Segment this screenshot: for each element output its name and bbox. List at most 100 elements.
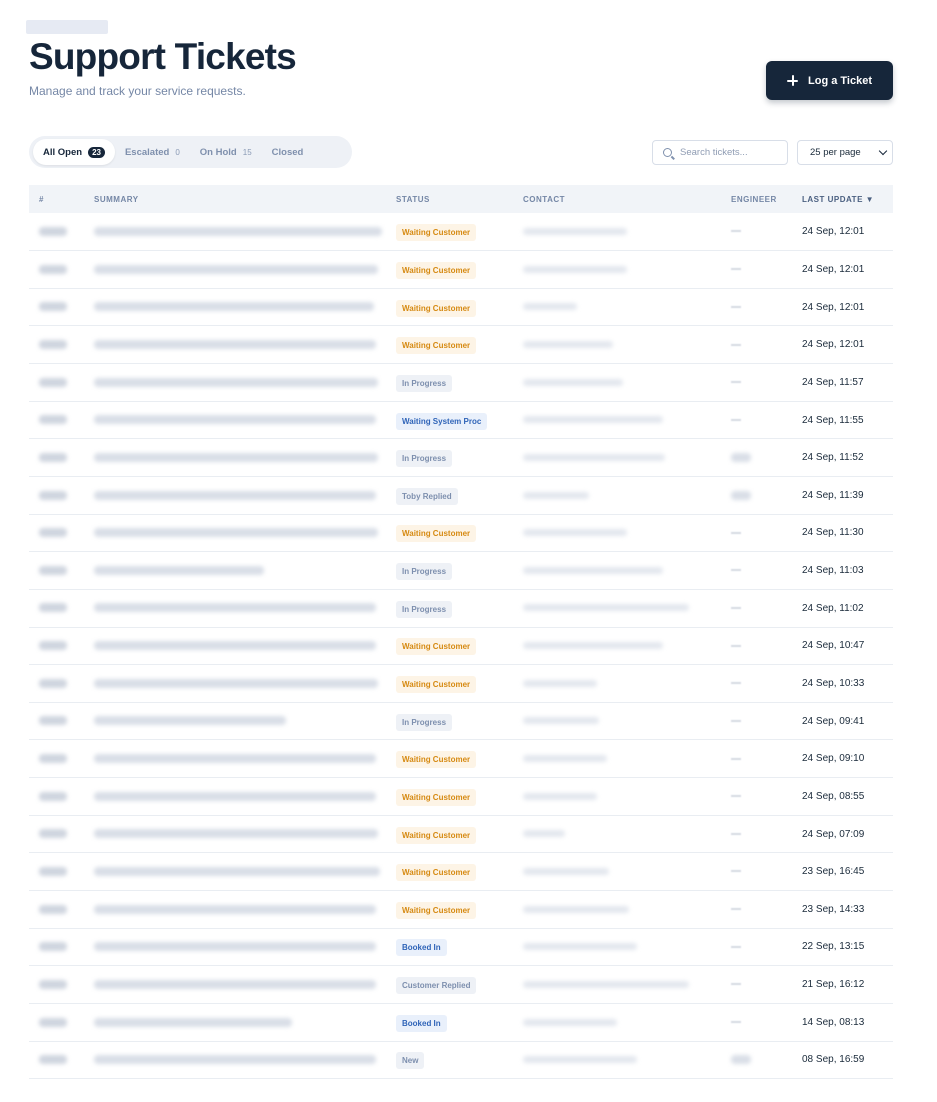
last-update-cell: 24 Sep, 11:57 — [802, 376, 864, 388]
contact-redacted — [523, 303, 577, 311]
summary-redacted — [94, 904, 376, 914]
table-row[interactable]: Waiting Customer 24 Sep, 07:09 — [29, 815, 893, 853]
summary-cell — [84, 552, 386, 590]
column-header-engineer[interactable]: ENGINEER — [721, 185, 792, 213]
status-cell: In Progress — [386, 589, 513, 627]
table-row[interactable]: Waiting Customer 24 Sep, 11:30 — [29, 514, 893, 552]
table-row[interactable]: Toby Replied 24 Sep, 11:39 — [29, 476, 893, 515]
ticket-number-redacted — [39, 565, 67, 575]
table-row[interactable]: Waiting Customer 24 Sep, 09:10 — [29, 740, 893, 778]
tab-on-hold[interactable]: On Hold 15 — [190, 139, 262, 165]
column-header-status[interactable]: STATUS — [386, 185, 513, 213]
summary-redacted — [94, 942, 376, 952]
search-input[interactable] — [680, 147, 780, 158]
ticket-number-cell — [29, 853, 84, 891]
contact-redacted — [523, 905, 629, 913]
table-row[interactable]: Waiting Customer 24 Sep, 12:01 — [29, 213, 893, 251]
last-update-cell: 24 Sep, 11:39 — [802, 489, 864, 501]
engineer-empty — [731, 418, 741, 421]
table-row[interactable]: Waiting Customer 23 Sep, 16:45 — [29, 853, 893, 891]
table-row[interactable]: Booked In 14 Sep, 08:13 — [29, 1003, 893, 1042]
table-row[interactable]: Waiting Customer 24 Sep, 08:55 — [29, 778, 893, 816]
ticket-number-cell — [29, 815, 84, 853]
column-header-summary[interactable]: SUMMARY — [84, 185, 386, 213]
table-row[interactable]: Waiting Customer 24 Sep, 12:01 — [29, 251, 893, 289]
engineer-redacted — [731, 490, 751, 500]
contact-cell — [513, 928, 721, 966]
summary-redacted — [94, 528, 378, 538]
contact-redacted — [523, 980, 689, 988]
last-update-cell: 24 Sep, 11:55 — [802, 414, 864, 426]
last-update-cell: 24 Sep, 11:02 — [802, 602, 864, 614]
summary-redacted — [94, 490, 376, 500]
summary-redacted — [94, 791, 376, 801]
engineer-empty — [731, 230, 741, 233]
last-update-cell: 24 Sep, 08:55 — [802, 790, 865, 802]
contact-redacted — [523, 604, 689, 612]
table-body: Waiting Customer 24 Sep, 12:01 Waiting Cus… — [29, 213, 893, 1079]
status-badge: Waiting Customer — [396, 299, 477, 317]
engineer-empty — [731, 1021, 741, 1024]
ticket-number-redacted — [39, 791, 67, 801]
filter-tabs: All Open 23 Escalated 0 On Hold 15 Close… — [29, 136, 352, 168]
last-update-cell: 24 Sep, 12:01 — [802, 226, 865, 238]
engineer-cell — [721, 1003, 792, 1041]
tab-closed[interactable]: Closed — [262, 139, 314, 165]
engineer-cell — [721, 1041, 792, 1079]
ticket-number-redacted — [39, 340, 67, 349]
status-badge: Waiting Customer — [396, 638, 477, 656]
ticket-number-cell — [29, 702, 84, 740]
tab-escalated[interactable]: Escalated 0 — [115, 139, 190, 165]
table-row[interactable]: In Progress 24 Sep, 09:41 — [29, 702, 893, 740]
engineer-empty — [731, 606, 741, 609]
engineer-cell — [721, 326, 792, 364]
contact-cell — [513, 439, 721, 477]
last-update-cell: 08 Sep, 16:59 — [802, 1054, 865, 1066]
column-header-last-update[interactable]: LAST UPDATE ▼ — [792, 185, 893, 213]
engineer-cell — [721, 552, 792, 590]
status-badge: Waiting Customer — [396, 261, 477, 279]
table-row[interactable]: Waiting Customer 23 Sep, 14:33 — [29, 891, 893, 929]
ticket-number-redacted — [39, 829, 67, 839]
table-row[interactable]: Waiting Customer 24 Sep, 10:47 — [29, 627, 893, 665]
table-row[interactable]: Waiting Customer 24 Sep, 12:01 — [29, 326, 893, 364]
engineer-empty — [731, 832, 741, 835]
table-row[interactable]: In Progress 24 Sep, 11:57 — [29, 364, 893, 402]
table-row[interactable]: Booked In 22 Sep, 13:15 — [29, 928, 893, 966]
per-page-select[interactable]: 25 per page — [797, 140, 893, 165]
table-row[interactable]: Customer Replied 21 Sep, 16:12 — [29, 966, 893, 1004]
ticket-number-cell — [29, 778, 84, 816]
status-badge: In Progress — [396, 600, 453, 618]
ticket-number-cell — [29, 326, 84, 364]
status-cell: Waiting Customer — [386, 853, 513, 891]
engineer-empty — [731, 569, 741, 572]
table-row[interactable]: Waiting System Proc 24 Sep, 11:55 — [29, 401, 893, 439]
column-header-number[interactable]: # — [29, 185, 84, 213]
contact-cell — [513, 891, 721, 929]
summary-redacted — [94, 641, 376, 651]
table-row[interactable]: In Progress 24 Sep, 11:52 — [29, 439, 893, 477]
contact-cell — [513, 740, 721, 778]
engineer-redacted — [731, 1055, 751, 1065]
table-row[interactable]: Waiting Customer 24 Sep, 12:01 — [29, 288, 893, 326]
status-badge: Waiting Customer — [396, 864, 477, 882]
last-update-cell: 24 Sep, 12:01 — [802, 339, 865, 351]
table-row[interactable]: In Progress 24 Sep, 11:02 — [29, 589, 893, 628]
table-row[interactable]: New 08 Sep, 16:59 — [29, 1041, 893, 1079]
table-row[interactable]: Waiting Customer 24 Sep, 10:33 — [29, 665, 893, 703]
last-update-cell: 21 Sep, 16:12 — [802, 979, 865, 991]
contact-cell — [513, 778, 721, 816]
summary-cell — [84, 891, 386, 929]
column-header-contact[interactable]: CONTACT — [513, 185, 721, 213]
engineer-cell — [721, 213, 792, 251]
last-update-cell: 24 Sep, 11:52 — [802, 452, 864, 464]
log-ticket-button[interactable]: Log a Ticket — [766, 61, 893, 100]
last-update-cell: 24 Sep, 11:30 — [802, 527, 864, 539]
engineer-empty — [731, 531, 741, 534]
contact-cell — [513, 702, 721, 740]
table-row[interactable]: In Progress 24 Sep, 11:03 — [29, 552, 893, 590]
contact-cell — [513, 326, 721, 364]
ticket-number-cell — [29, 552, 84, 590]
tab-all-open[interactable]: All Open 23 — [33, 139, 115, 165]
summary-cell — [84, 288, 386, 326]
